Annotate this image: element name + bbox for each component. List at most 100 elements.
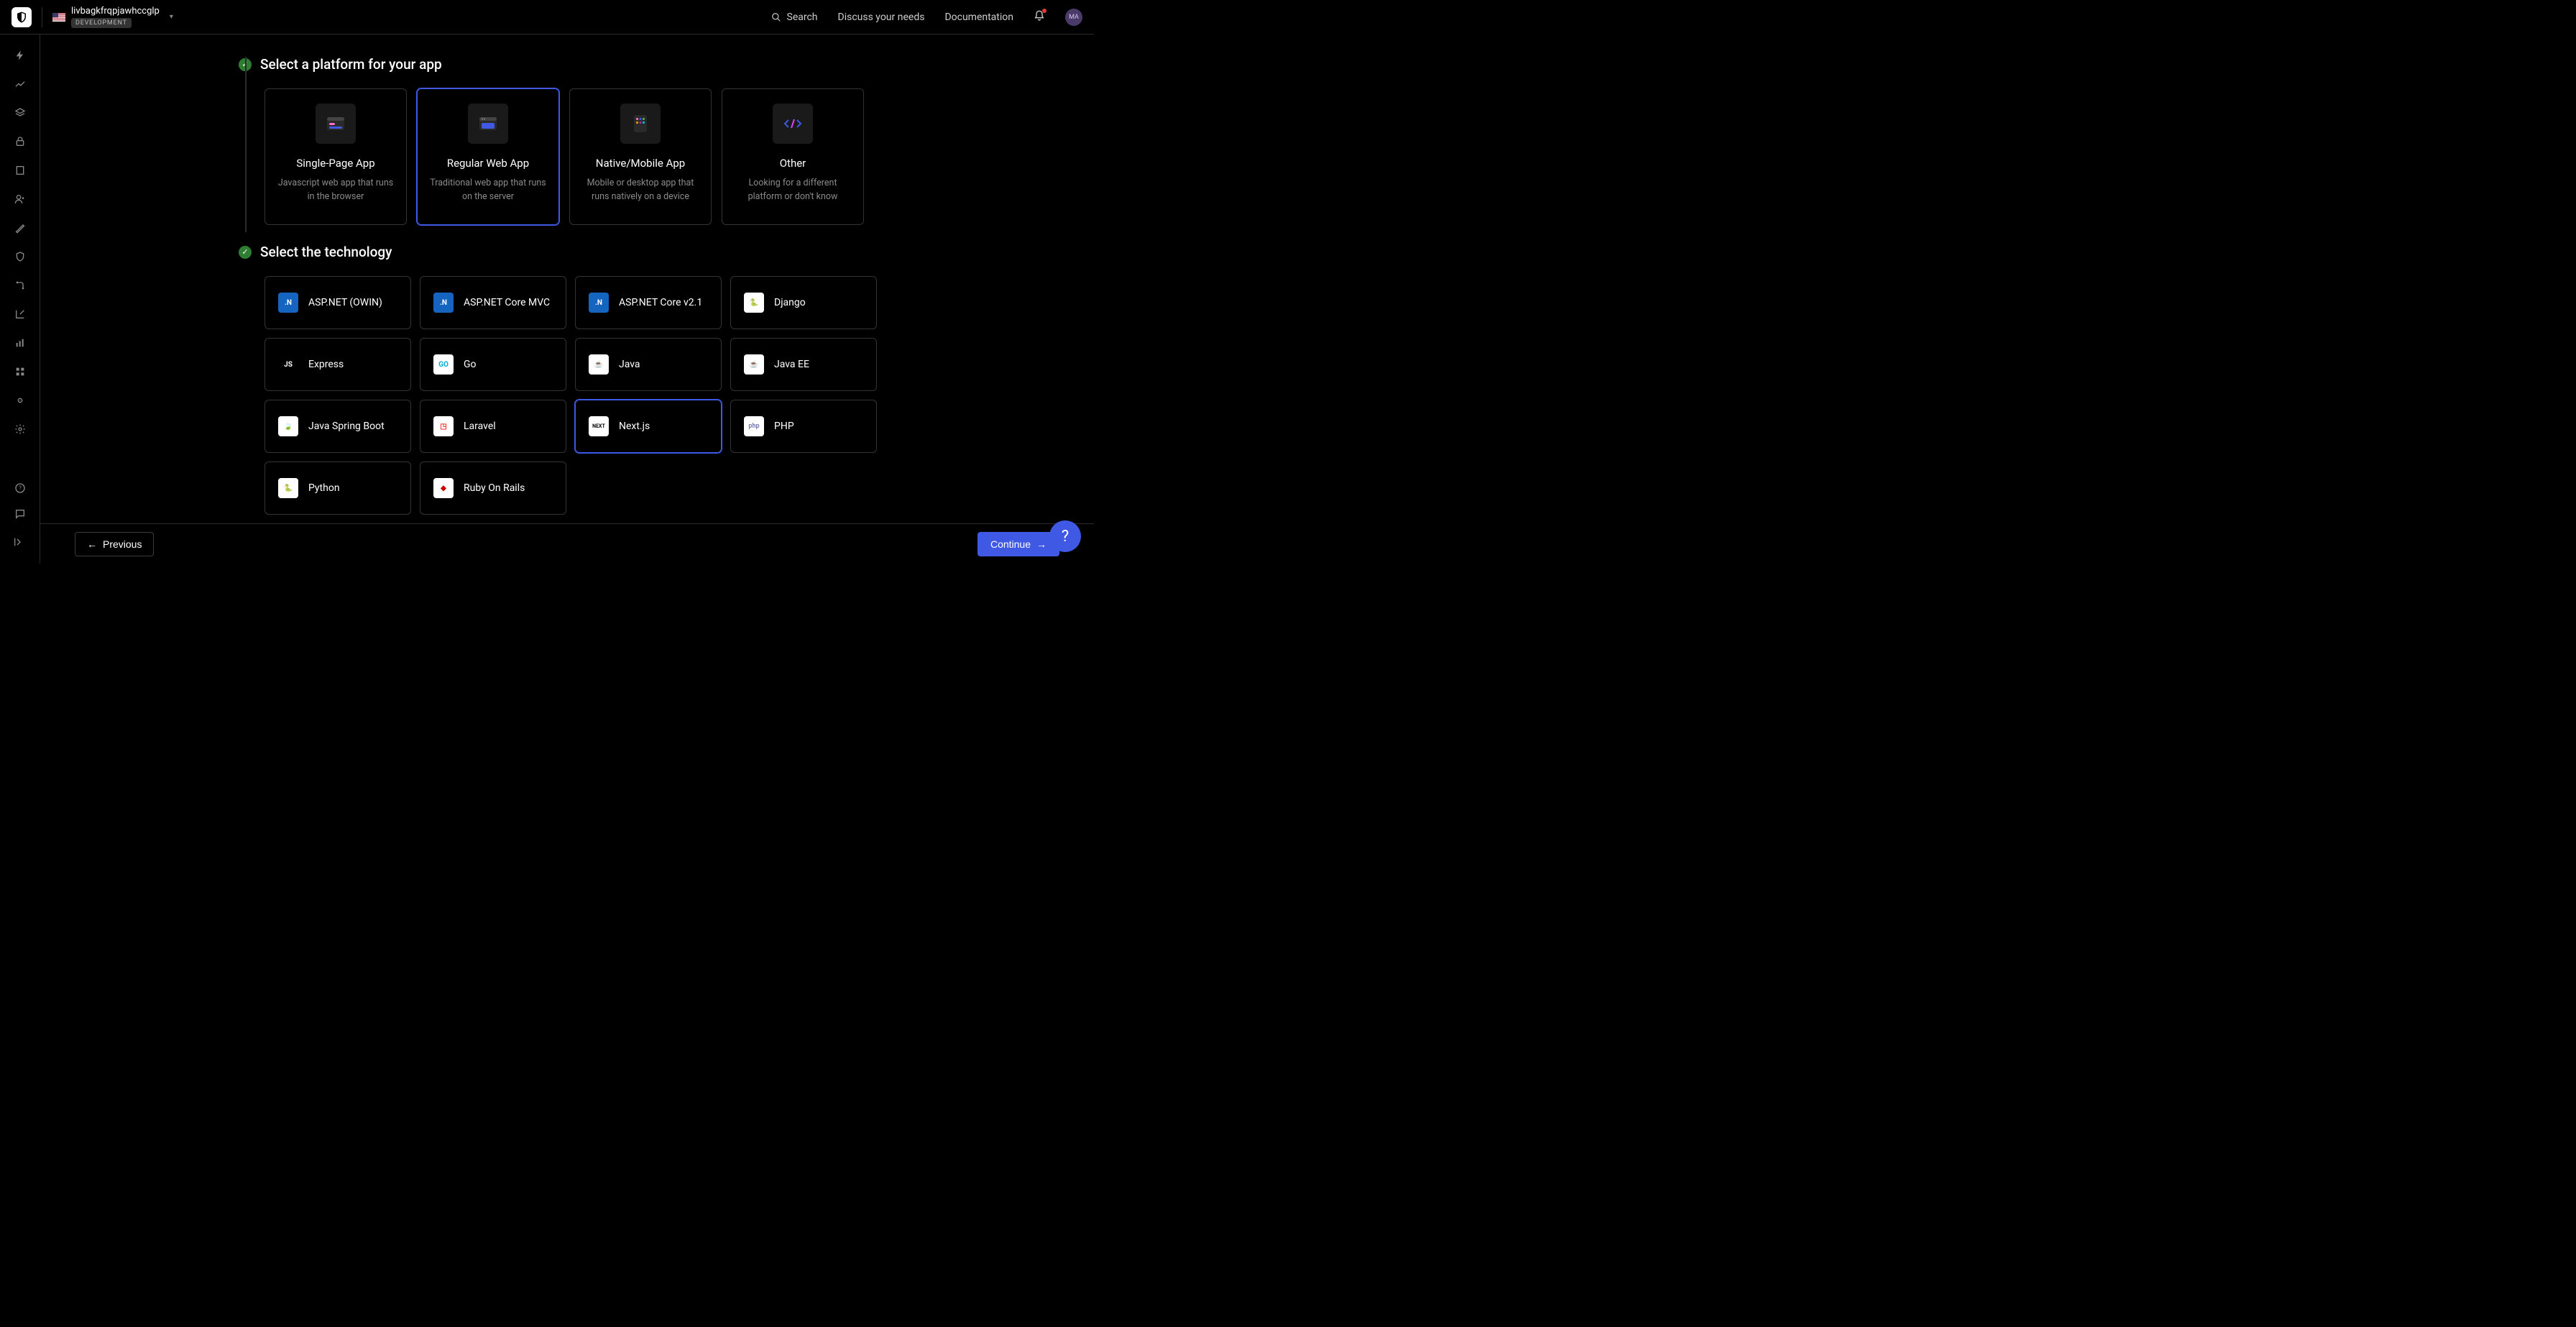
tech-name: Go (464, 359, 477, 370)
tech-name: Express (308, 359, 344, 370)
tech-card-aspnet-owin[interactable]: .N ASP.NET (OWIN) (264, 276, 411, 329)
notifications-button[interactable] (1034, 10, 1045, 24)
route-icon (14, 308, 26, 320)
code-icon (783, 119, 802, 129)
sidebar-item-users[interactable] (14, 193, 27, 206)
platform-icon-wrap (773, 104, 813, 144)
expand-icon (13, 536, 24, 548)
sidebar-item-authentication[interactable] (14, 135, 27, 148)
search-label: Search (787, 12, 818, 23)
tech-card-java-ee[interactable]: ☕Java EE (730, 338, 877, 391)
php-icon: php (744, 416, 764, 436)
sidebar-item-branding[interactable] (14, 221, 27, 234)
platform-icon-wrap (468, 104, 508, 144)
topbar: livbagkfrqpjawhccglp DEVELOPMENT ▾ Searc… (0, 0, 1094, 35)
webapp-icon (479, 117, 497, 130)
platform-section: Single-Page App Javascript web app that … (256, 88, 1094, 225)
sidebar-item-extensions[interactable] (14, 394, 27, 407)
step-technology-title: Select the technology (260, 244, 392, 260)
tech-card-python[interactable]: 🐍Python (264, 462, 411, 515)
tech-card-php[interactable]: php PHP (730, 400, 877, 453)
tech-card-aspnet-core-v21[interactable]: .N ASP.NET Core v2.1 (575, 276, 722, 329)
documentation-link[interactable]: Documentation (944, 12, 1013, 23)
js-icon: JS (278, 354, 298, 375)
sidebar-item-activity[interactable] (14, 78, 27, 91)
sidebar-item-actions[interactable] (14, 279, 27, 292)
tech-name: PHP (774, 421, 794, 432)
chart-line-icon (14, 78, 26, 90)
lock-icon (14, 136, 26, 147)
sidebar-item-getting-started[interactable] (14, 49, 27, 62)
bolt-icon (14, 50, 26, 61)
expand-sidebar-button[interactable] (10, 533, 27, 551)
tech-name: Next.js (619, 421, 650, 432)
platform-icon-wrap (316, 104, 356, 144)
search-button[interactable]: Search (771, 12, 818, 23)
tech-card-django[interactable]: 🐍Django (730, 276, 877, 329)
django-icon: 🐍 (744, 293, 764, 313)
sidebar-item-marketplace[interactable] (14, 365, 27, 378)
sidebar-item-feedback[interactable] (14, 508, 27, 520)
dotnet-icon: .N (433, 293, 454, 313)
topbar-right: Search Discuss your needs Documentation … (771, 9, 1083, 26)
bar-chart-icon (14, 337, 26, 349)
gear-icon (14, 423, 26, 435)
dotnet-icon: .N (278, 293, 298, 313)
tech-card-aspnet-core-mvc[interactable]: .N ASP.NET Core MVC (420, 276, 566, 329)
sidebar-item-organizations[interactable] (14, 164, 27, 177)
env-badge: DEVELOPMENT (71, 18, 132, 28)
sidebar-item-monitoring[interactable] (14, 336, 27, 349)
nextjs-icon: NEXT (589, 416, 609, 436)
platform-desc: Traditional web app that runs on the ser… (429, 177, 547, 204)
sidebar-item-help[interactable]: ? (14, 482, 27, 495)
sidebar-item-forms[interactable] (14, 308, 27, 321)
previous-button[interactable]: ← Previous (75, 532, 154, 556)
check-icon: ✓ (239, 246, 252, 259)
platform-name: Native/Mobile App (596, 157, 685, 170)
sidebar-item-settings[interactable] (14, 423, 27, 436)
dotnet-icon: .N (589, 293, 609, 313)
tech-name: ASP.NET Core MVC (464, 297, 550, 308)
tech-name: Ruby On Rails (464, 482, 525, 494)
discuss-needs-link[interactable]: Discuss your needs (838, 12, 925, 23)
platform-desc: Looking for a different platform or don'… (734, 177, 852, 204)
sidebar-item-security[interactable] (14, 250, 27, 263)
user-avatar[interactable]: MA (1065, 9, 1082, 26)
main-content: ✓ Select a platform for your app Single-… (40, 35, 1094, 523)
shield-check-icon (14, 251, 26, 262)
python-icon: 🐍 (278, 478, 298, 498)
platform-name: Other (780, 157, 806, 170)
tech-card-nextjs[interactable]: NEXT Next.js (575, 400, 722, 453)
tech-card-spring[interactable]: 🍃Java Spring Boot (264, 400, 411, 453)
tech-card-express[interactable]: JS Express (264, 338, 411, 391)
tech-name: ASP.NET Core v2.1 (619, 297, 702, 308)
spring-icon: 🍃 (278, 416, 298, 436)
tech-card-java[interactable]: ☕Java (575, 338, 722, 391)
tech-card-go[interactable]: GOGo (420, 338, 566, 391)
platform-card-other[interactable]: Other Looking for a different platform o… (722, 88, 864, 225)
arrow-left-icon: ← (87, 538, 97, 550)
tech-name: Laravel (464, 421, 496, 432)
tech-card-laravel[interactable]: ◳Laravel (420, 400, 566, 453)
previous-label: Previous (103, 538, 142, 550)
java-icon: ☕ (744, 354, 764, 375)
brand-logo[interactable] (12, 7, 32, 27)
search-icon (771, 12, 781, 22)
platform-card-native[interactable]: Native/Mobile App Mobile or desktop app … (569, 88, 712, 225)
flow-icon (14, 280, 26, 291)
continue-button[interactable]: Continue → (978, 532, 1059, 556)
us-flag-icon (52, 13, 65, 22)
help-fab-button[interactable]: ? (1049, 520, 1081, 552)
platform-name: Single-Page App (296, 157, 374, 170)
sidebar-item-applications[interactable] (14, 106, 27, 119)
tech-name: Java (619, 359, 640, 370)
brush-icon (14, 222, 26, 234)
puzzle-icon (14, 366, 26, 377)
tenant-switcher[interactable]: livbagkfrqpjawhccglp DEVELOPMENT ▾ (52, 6, 173, 28)
platform-card-spa[interactable]: Single-Page App Javascript web app that … (264, 88, 407, 225)
tech-name: ASP.NET (OWIN) (308, 297, 382, 308)
platform-card-webapp[interactable]: Regular Web App Traditional web app that… (417, 88, 559, 225)
footer-bar: ← Previous Continue → (40, 523, 1094, 564)
question-circle-icon: ? (14, 482, 26, 494)
tech-card-rails[interactable]: ◆Ruby On Rails (420, 462, 566, 515)
